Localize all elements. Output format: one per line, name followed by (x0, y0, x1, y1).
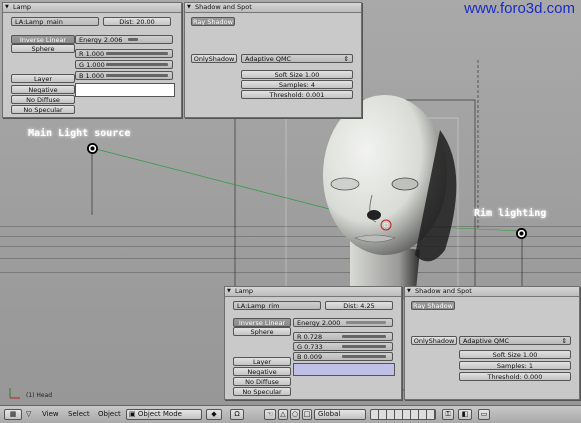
no-diffuse-toggle[interactable]: No Diffuse (233, 377, 291, 386)
soft-size-field[interactable]: Soft Size 1.00 (241, 70, 353, 79)
sphere-toggle[interactable]: Sphere (11, 44, 75, 53)
samples-field[interactable]: Samples: 1 (459, 361, 571, 370)
soft-size-field[interactable]: Soft Size 1.00 (459, 350, 571, 359)
orientation-dropdown[interactable]: Global (314, 409, 366, 420)
ray-shadow-toggle[interactable]: Ray Shadow (191, 17, 235, 26)
blue-label: B 1.000 (79, 72, 105, 80)
threshold-field[interactable]: Threshold: 0.001 (241, 90, 353, 99)
rim-lighting-label: Rim lighting (474, 208, 547, 219)
energy-bar (346, 321, 386, 324)
menu-select[interactable]: Select (68, 409, 90, 420)
green-label: G 1.000 (79, 61, 105, 69)
blue-slider[interactable]: B 1.000 (75, 71, 173, 80)
chevron-down-icon: ⇕ (561, 337, 567, 345)
lamp-panel-main: Lamp LA:Lamp_main Dist: 20.00 Inverse Li… (2, 2, 182, 118)
editor-type-icon[interactable]: ▦ (4, 409, 22, 420)
energy-label: Energy 2.006 (79, 36, 123, 44)
only-shadow-toggle[interactable]: OnlyShadow (191, 54, 237, 63)
shading-dropdown[interactable]: ◆ (206, 409, 222, 420)
main-lamp-icon[interactable] (87, 143, 98, 154)
no-specular-toggle[interactable]: No Specular (233, 387, 291, 396)
green-slider[interactable]: G 1.000 (75, 60, 173, 69)
energy-slider[interactable]: Energy 2.006 (75, 35, 173, 44)
sphere-toggle[interactable]: Sphere (233, 327, 291, 336)
dist-field[interactable]: Dist: 4.25 (325, 301, 393, 310)
shadow-panel-rim: Shadow and Spot Ray Shadow OnlyShadow Ad… (404, 286, 580, 400)
panel-title: Lamp (225, 287, 401, 297)
red-label: R 0.728 (297, 333, 323, 341)
sampling-dropdown[interactable]: Adaptive QMC ⇕ (459, 336, 571, 345)
blue-slider[interactable]: B 0.009 (293, 352, 393, 361)
no-specular-toggle[interactable]: No Specular (11, 105, 75, 114)
orientation-value: Global (318, 410, 341, 418)
red-slider[interactable]: R 1.000 (75, 49, 173, 58)
energy-label: Energy 2.000 (297, 319, 341, 327)
negative-toggle[interactable]: Negative (11, 85, 75, 94)
object-name: (1) Head (26, 392, 53, 399)
main-light-label: Main Light source (28, 128, 131, 139)
sampling-value: Adaptive QMC (463, 337, 510, 345)
layer-buttons[interactable] (370, 409, 436, 420)
negative-toggle[interactable]: Negative (233, 367, 291, 376)
chevron-down-icon: ⇕ (343, 55, 349, 63)
lock-icon[interactable]: ⚿ (442, 409, 454, 420)
header-toolbar: ▦ ▽ View Select Object ▣ Object Mode ◆ Ω… (0, 405, 581, 423)
energy-slider[interactable]: Energy 2.000 (293, 318, 393, 327)
threshold-field[interactable]: Threshold: 0.000 (459, 372, 571, 381)
red-label: R 1.000 (79, 50, 105, 58)
energy-bar (128, 38, 138, 41)
green-slider[interactable]: G 0.733 (293, 342, 393, 351)
panel-title: Shadow and Spot (405, 287, 579, 297)
menu-collapse-icon[interactable]: ▽ (26, 409, 31, 420)
menu-object[interactable]: Object (98, 409, 121, 420)
samples-field[interactable]: Samples: 4 (241, 80, 353, 89)
color-swatch[interactable] (75, 83, 175, 97)
object-mode-icon: ▣ (129, 410, 136, 418)
rotate-icon[interactable]: ○ (290, 409, 300, 420)
ray-shadow-toggle[interactable]: Ray Shadow (411, 301, 455, 310)
render-icon[interactable]: ◧ (458, 409, 472, 420)
panel-title: Shadow and Spot (185, 3, 361, 13)
sampling-value: Adaptive QMC (245, 55, 292, 63)
red-slider[interactable]: R 0.728 (293, 332, 393, 341)
inverse-linear-toggle[interactable]: Inverse Linear (233, 318, 291, 327)
mode-dropdown[interactable]: ▣ Object Mode (126, 409, 202, 420)
hand-icon[interactable]: ☜ (264, 409, 276, 420)
translate-icon[interactable]: △ (278, 409, 288, 420)
sampling-dropdown[interactable]: Adaptive QMC ⇕ (241, 54, 353, 63)
pivot-icon[interactable]: Ω (230, 409, 244, 420)
scale-icon[interactable]: □ (302, 409, 312, 420)
panel-title: Lamp (3, 3, 181, 13)
watermark: www.foro3d.com (464, 0, 575, 17)
rim-lamp-icon[interactable] (516, 228, 527, 239)
layer-toggle[interactable]: Layer (11, 74, 75, 83)
layer-toggle[interactable]: Layer (233, 357, 291, 366)
dist-field[interactable]: Dist: 20.00 (103, 17, 171, 26)
lamp-name-field[interactable]: LA:Lamp_rim (233, 301, 321, 310)
blue-label: B 0.009 (297, 353, 323, 361)
menu-view[interactable]: View (42, 409, 59, 420)
camera-icon[interactable]: ▭ (478, 409, 490, 420)
lamp-panel-rim: Lamp LA:Lamp_rim Dist: 4.25 Inverse Line… (224, 286, 402, 400)
inverse-linear-toggle[interactable]: Inverse Linear (11, 35, 75, 44)
only-shadow-toggle[interactable]: OnlyShadow (411, 336, 457, 345)
green-label: G 0.733 (297, 343, 323, 351)
shadow-panel-main: Shadow and Spot Ray Shadow OnlyShadow Ad… (184, 2, 362, 118)
no-diffuse-toggle[interactable]: No Diffuse (11, 95, 75, 104)
color-swatch[interactable] (293, 363, 395, 376)
lamp-name-field[interactable]: LA:Lamp_main (11, 17, 99, 26)
mode-value: Object Mode (137, 410, 182, 418)
